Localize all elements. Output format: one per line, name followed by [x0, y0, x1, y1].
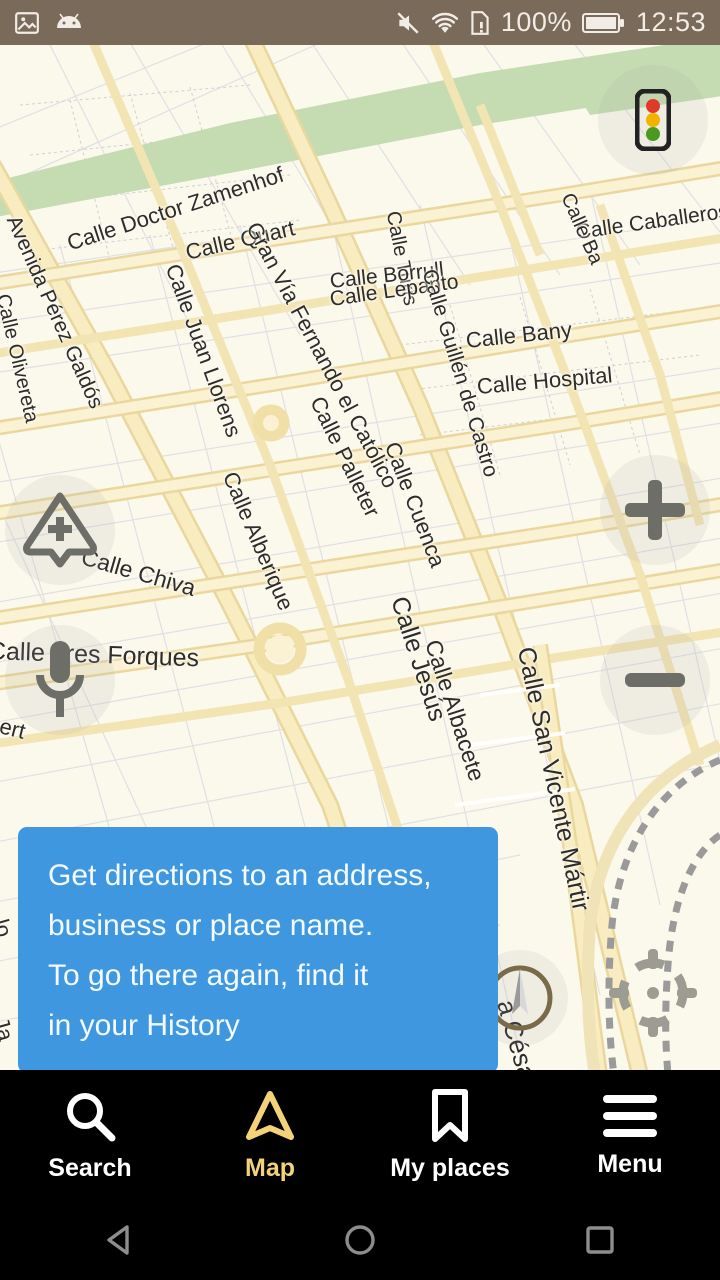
recents-square-icon	[586, 1226, 614, 1254]
bottom-navigation-bar: Search Map My places Menu	[0, 1070, 720, 1200]
locate-button[interactable]	[600, 940, 705, 1045]
traffic-light-icon	[635, 89, 671, 151]
map-canvas[interactable]: Avenida Pérez Galdós Calle Olivereta Calle…	[0, 45, 720, 1070]
tooltip-line: in your History	[48, 1009, 240, 1042]
zoom-out-button[interactable]	[600, 625, 710, 735]
android-robot-icon	[57, 13, 81, 28]
crosshair-icon	[608, 948, 697, 1037]
nav-item-menu[interactable]: Menu	[540, 1070, 720, 1200]
tooltip-line: To go there again, find it	[48, 959, 369, 992]
add-report-icon	[23, 492, 97, 568]
wifi-icon	[431, 12, 458, 33]
battery-percent-text: 100%	[500, 7, 572, 37]
hint-tooltip[interactable]: Get directions to an address, business o…	[18, 827, 498, 1070]
nav-item-map[interactable]: Map	[180, 1070, 360, 1200]
recents-button[interactable]	[480, 1200, 720, 1280]
status-bar-right-icons: 100% 12:53	[395, 7, 706, 38]
back-button[interactable]	[0, 1200, 240, 1280]
hamburger-menu-icon	[603, 1095, 657, 1137]
back-triangle-icon	[107, 1225, 129, 1255]
clock-text: 12:53	[635, 7, 706, 37]
mute-icon	[397, 11, 419, 34]
plus-icon	[625, 480, 685, 540]
microphone-icon	[36, 641, 84, 717]
screenshot-icon	[15, 11, 39, 34]
phone-screen: 100% 12:53 Avenida Pérez Galdós Calle Ol…	[0, 0, 720, 1280]
navigation-arrow-icon	[246, 1091, 294, 1140]
report-button[interactable]	[5, 475, 115, 585]
home-circle-icon	[345, 1225, 375, 1255]
search-icon	[67, 1093, 116, 1142]
nav-label-menu: Menu	[597, 1150, 663, 1178]
bookmark-icon	[432, 1089, 468, 1142]
nav-label-my-places: My places	[390, 1154, 510, 1182]
minus-icon	[625, 673, 685, 687]
voice-button[interactable]	[5, 625, 115, 735]
battery-icon	[581, 12, 624, 33]
nav-label-search: Search	[48, 1154, 132, 1182]
system-navigation-bar	[0, 1200, 720, 1280]
traffic-light-button[interactable]	[598, 65, 708, 175]
nav-item-search[interactable]: Search	[0, 1070, 180, 1200]
nav-item-my-places[interactable]: My places	[360, 1070, 540, 1200]
status-bar: 100% 12:53	[0, 0, 720, 45]
zoom-in-button[interactable]	[600, 455, 710, 565]
nav-label-map: Map	[245, 1154, 295, 1182]
home-button[interactable]	[240, 1200, 480, 1280]
tooltip-line: business or place name.	[48, 909, 374, 942]
sim-card-alert-icon	[471, 10, 489, 35]
tooltip-line: Get directions to an address,	[48, 859, 432, 892]
status-bar-left-icons	[14, 10, 84, 36]
